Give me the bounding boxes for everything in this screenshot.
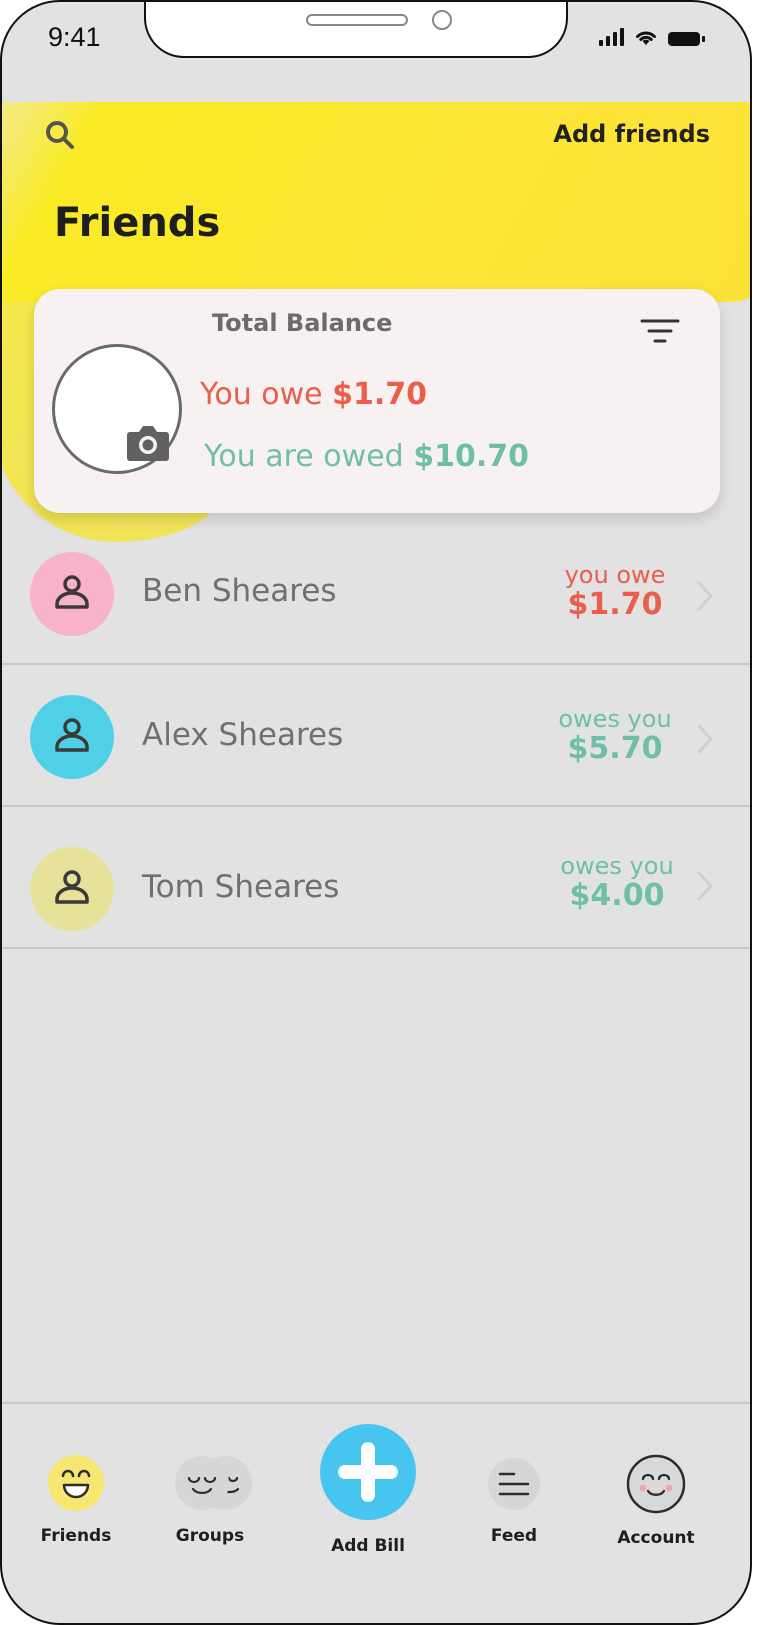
battery-icon [668, 32, 705, 46]
friend-row-tom[interactable]: Tom Sheares owes you $4.00 [2, 807, 750, 949]
happy-face-icon [48, 1455, 104, 1511]
you-owe-amount: $1.70 [332, 377, 428, 412]
balance-card-title: Total Balance [212, 309, 393, 337]
friend-row-alex[interactable]: Alex Sheares owes you $5.70 [2, 665, 750, 807]
chevron-right-icon [697, 581, 713, 611]
friend-name: Ben Sheares [142, 573, 337, 609]
you-owe-summary: You owe $1.70 [200, 377, 428, 412]
add-bill-button[interactable] [320, 1424, 416, 1520]
friend-balance: owes you $5.70 [558, 705, 672, 766]
friend-name: Tom Sheares [142, 869, 340, 905]
tab-groups[interactable]: Groups [143, 1454, 283, 1546]
chevron-right-icon [697, 871, 713, 901]
status-icons [599, 28, 705, 46]
friend-avatar [30, 847, 114, 931]
plus-icon [338, 1442, 398, 1502]
friend-avatar [30, 695, 114, 779]
signal-icon [599, 28, 624, 46]
bottom-tab-bar: Friends Groups Add Bill Feed Account [2, 1402, 750, 1623]
friend-balance: owes you $4.00 [560, 852, 674, 913]
status-time: 9:41 [48, 22, 101, 52]
person-icon [55, 870, 89, 904]
friend-avatar [30, 552, 114, 636]
feed-icon [488, 1458, 540, 1510]
tab-account[interactable]: Account [586, 1454, 726, 1548]
camera-icon[interactable] [126, 424, 170, 466]
speaker [306, 14, 408, 26]
person-icon [55, 575, 89, 609]
notch [144, 2, 568, 58]
phone-frame: 9:41 Add friends Friends Total Balance Y… [0, 0, 752, 1625]
total-balance-card: Total Balance You owe $1.70 You are owed… [34, 289, 720, 513]
you-are-owed-summary: You are owed $10.70 [204, 439, 530, 474]
friend-row-ben[interactable]: Ben Sheares you owe $1.70 [2, 523, 750, 665]
add-friends-button[interactable]: Add friends [553, 120, 710, 148]
page-title: Friends [54, 200, 221, 246]
you-are-owed-amount: $10.70 [413, 439, 530, 474]
search-icon[interactable] [44, 119, 76, 155]
add-bill-label: Add Bill [331, 1536, 405, 1556]
tab-feed[interactable]: Feed [444, 1454, 584, 1546]
friend-balance: you owe $1.70 [564, 561, 666, 622]
group-faces-icon [175, 1456, 252, 1510]
chevron-right-icon [697, 724, 713, 754]
wifi-icon [636, 31, 656, 45]
filter-icon[interactable] [640, 317, 680, 351]
account-face-icon [626, 1454, 686, 1514]
person-icon [55, 718, 89, 752]
front-camera [432, 10, 452, 30]
tab-friends[interactable]: Friends [6, 1454, 146, 1546]
friend-name: Alex Sheares [142, 717, 344, 753]
